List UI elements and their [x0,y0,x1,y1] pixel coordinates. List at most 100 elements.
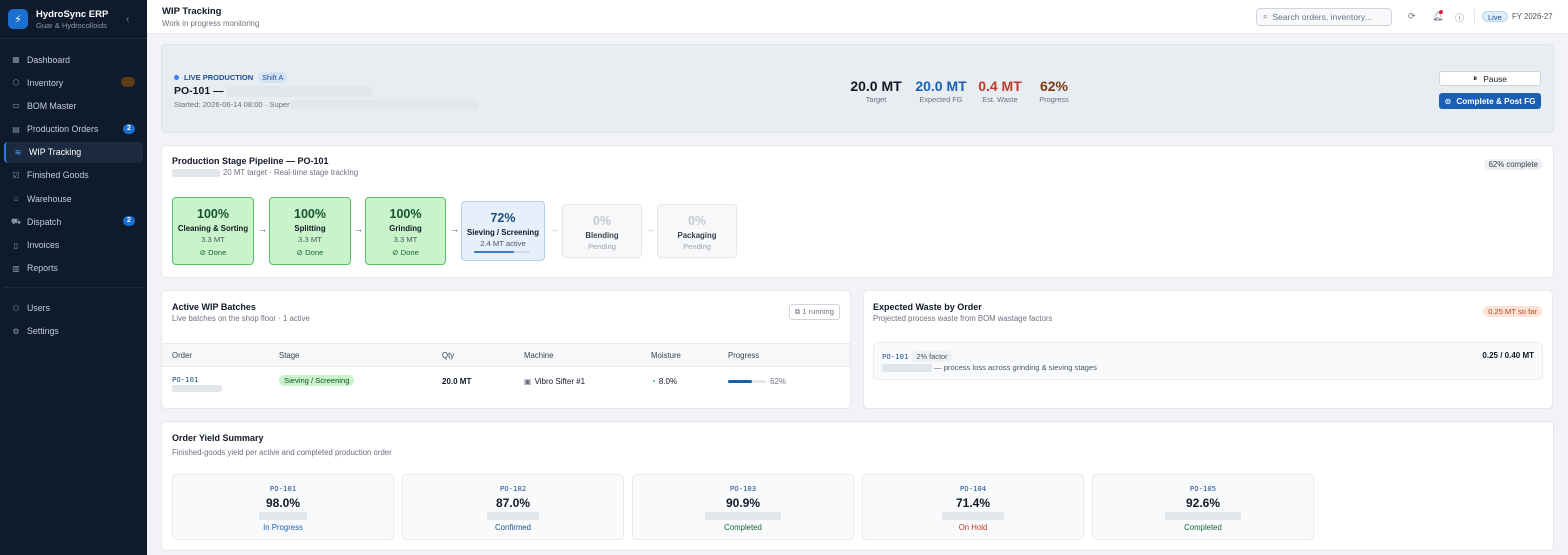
chevron-left-icon[interactable]: ‹ [126,14,129,25]
yield-order-id: PO-101 [269,484,297,493]
sidebar-item-dispatch[interactable]: ⛟ Dispatch 2 [4,211,143,232]
sidebar-item-dashboard[interactable]: ▦ Dashboard [4,49,143,70]
stage-splitting[interactable]: 100% Splitting 3.3 MT ⊘ Done [269,197,351,265]
stage-qty: 3.3 MT [298,235,322,244]
wip-title: Active WIP Batches [172,302,256,312]
waste-value: 0.25 / 0.40 MT [1482,351,1534,360]
stage-cleaning-sorting[interactable]: 100% Cleaning & Sorting 3.3 MT ⊘ Done [172,197,254,265]
sidebar-item-label: Reports [27,263,58,274]
progress-fill [728,380,752,384]
table-row[interactable]: PO-101 Sieving / Screening 20.0 MT ▣ Vibr… [162,367,850,397]
waste-description: — process loss across grinding & sieving… [882,363,1097,372]
col-progress: Progress [728,351,760,360]
sidebar-item-label: WIP Tracking [29,147,82,158]
live-production-tag: LIVE PRODUCTION Shift A [174,72,288,83]
gear-icon: ⚙ [12,326,20,336]
factor-badge: 2% factor [912,351,952,362]
active-wip-card: Active WIP Batches Live batches on the s… [161,290,851,409]
sidebar-item-finished-goods[interactable]: ☑ Finished Goods [4,165,143,186]
started-text: Started: 2026-06-14 08:00 · Super [174,100,290,109]
wip-subtitle: Live batches on the shop floor · 1 activ… [172,314,310,323]
col-moisture: Moisture [651,351,681,360]
topbar-divider [1474,9,1475,25]
sidebar-item-invoices[interactable]: ▯ Invoices [4,235,143,256]
stage-name: Grinding [389,224,422,233]
sidebar-item-label: Dashboard [27,54,71,65]
row-order[interactable]: PO-101 [172,375,198,384]
complete-post-fg-button[interactable]: ⊙ Complete & Post FG [1439,93,1541,109]
yield-card-po-102[interactable]: PO-102 87.0% Confirmed [402,474,624,540]
check-circle-icon: ⊘ [392,248,399,257]
yield-status: On Hold [958,523,988,532]
kpi-value: 20.0 MT [850,78,902,94]
pipeline-complete-badge: 62% complete [1483,159,1543,170]
check-circle-icon: ⊘ [199,248,207,257]
stage-blending[interactable]: 0% Blending Pending [562,204,642,258]
nav-divider [4,286,143,288]
waste-title: Expected Waste by Order [873,302,982,312]
sidebar-item-label: Invoices [27,240,60,250]
topbar: WIP Tracking Work in progress monitoring… [147,0,1568,34]
pause-label: Pause [1483,73,1507,84]
yield-status: In Progress [263,523,303,532]
refresh-icon[interactable]: ⟳ [1408,11,1416,22]
yield-card-po-101[interactable]: PO-101 98.0% In Progress [172,474,394,540]
kpi-expected-fg: 20.0 MT Expected FG [913,78,969,104]
pause-button[interactable]: ⏸︎ Pause [1439,71,1541,86]
yield-card-po-105[interactable]: PO-105 92.6% Completed [1092,474,1314,540]
kpi-value: 62% [1039,78,1069,94]
waste-desc-text: — process loss across grinding & sieving… [934,363,1097,372]
redacted-text [942,511,1004,520]
redacted-text [705,511,781,520]
search-input[interactable]: ⌕ Search orders, inventory... [1256,8,1392,26]
sidebar-item-inventory[interactable]: ⬡ Inventory [4,72,143,93]
check-box-icon: ☑ [12,170,20,180]
kpi-label: Expected FG [919,95,963,104]
check-circle-icon: ⊙ [1444,97,1452,106]
pipeline-title: Production Stage Pipeline — PO-101 [172,156,329,166]
sidebar: ⚡ HydroSync ERP Guar & Hydrocolloids ‹ ▦… [0,0,147,555]
stage-sieving-screening[interactable]: 72% Sieving / Screening 2.4 MT active [461,201,545,261]
sidebar-item-wip-tracking[interactable]: ≋ WIP Tracking [4,141,143,163]
redacted-text [226,85,372,97]
pipeline-subtitle-text: 20 MT target · Real-time stage tracking [223,168,359,177]
sidebar-item-settings[interactable]: ⚙ Settings [4,321,143,342]
main-content: WIP Tracking Work in progress monitoring… [147,0,1568,555]
sidebar-item-reports[interactable]: ▥ Reports [4,258,143,279]
kpi-target: 20.0 MT Target [848,78,904,104]
sidebar-item-bom-master[interactable]: ▭ BOM Master [4,95,143,116]
yield-card-po-103[interactable]: PO-103 90.9% Completed [632,474,854,540]
stage-name: Cleaning & Sorting [177,224,249,233]
stage-percent: 0% [592,214,612,228]
arrow-right-icon: → [550,224,559,234]
sidebar-item-users[interactable]: ⚇ Users [4,298,143,319]
stage-status-label: Done [400,248,419,257]
arrow-right-icon: → [354,224,363,234]
users-icon: ⚇ [12,303,20,313]
live-tag-label: LIVE PRODUCTION [184,73,254,82]
stage-packaging[interactable]: 0% Packaging Pending [657,204,737,258]
sidebar-item-label: Production Orders [27,124,99,135]
col-machine: Machine [524,351,554,360]
waste-order-id[interactable]: PO-101 [882,352,908,361]
factory-icon: ▤ [12,124,20,134]
stage-name: Blending [585,231,619,240]
yield-percent: 98.0% [265,496,301,510]
sidebar-item-warehouse[interactable]: ⌂ Warehouse [4,188,143,209]
stage-name: Packaging [677,231,717,240]
stage-percent: 100% [389,207,422,221]
brand-name: HydroSync ERP [36,8,109,20]
help-icon[interactable]: ⓘ [1455,11,1464,24]
live-order-title: PO-101 — [174,85,372,97]
sidebar-nav: ▦ Dashboard ⬡ Inventory ▭ BOM Master ▤ Produ… [0,39,147,342]
sidebar-item-production-orders[interactable]: ▤ Production Orders 2 [4,119,143,140]
machine-icon: ▣ [524,377,532,386]
live-dot-icon [174,75,179,80]
yield-card-po-104[interactable]: PO-104 71.4% On Hold [862,474,1084,540]
kpi-progress: 62% Progress [1034,78,1074,104]
stage-grinding[interactable]: 100% Grinding 3.3 MT ⊘ Done [365,197,446,265]
pause-icon: ⏸︎ [1473,73,1478,83]
col-order: Order [172,351,192,360]
book-icon: ▭ [12,101,20,111]
kpi-est-waste: 0.4 MT Est. Waste [975,78,1025,104]
